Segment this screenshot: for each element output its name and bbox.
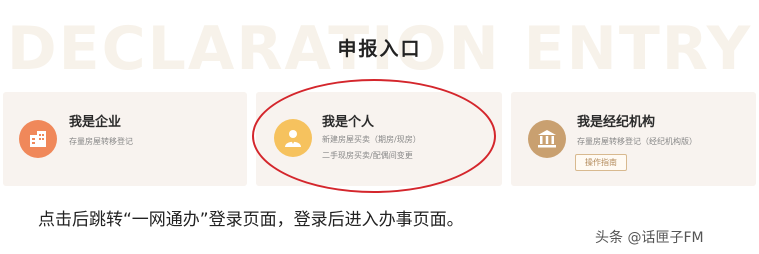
card-description: 存量房屋转移登记 <box>69 137 133 146</box>
agency-entry-card[interactable]: 我是经纪机构 存量房屋转移登记（经纪机构版） 操作指南 <box>511 92 756 186</box>
building-icon <box>19 120 57 158</box>
card-title: 我是经纪机构 <box>577 115 656 130</box>
section-title: 申报入口 <box>337 38 422 60</box>
card-title: 我是企业 <box>69 115 122 130</box>
instruction-caption: 点击后跳转“一网通办”登录页面，登录后进入办事页面。 <box>38 210 464 230</box>
highlight-annotation-ellipse <box>252 79 496 193</box>
bank-icon <box>528 120 566 158</box>
source-watermark: 头条 @话匣子FM <box>595 230 704 246</box>
enterprise-entry-card[interactable]: 我是企业 存量房屋转移登记 <box>3 92 247 186</box>
operation-guide-button[interactable]: 操作指南 <box>575 154 627 171</box>
card-description: 存量房屋转移登记（经纪机构版） <box>577 137 697 146</box>
